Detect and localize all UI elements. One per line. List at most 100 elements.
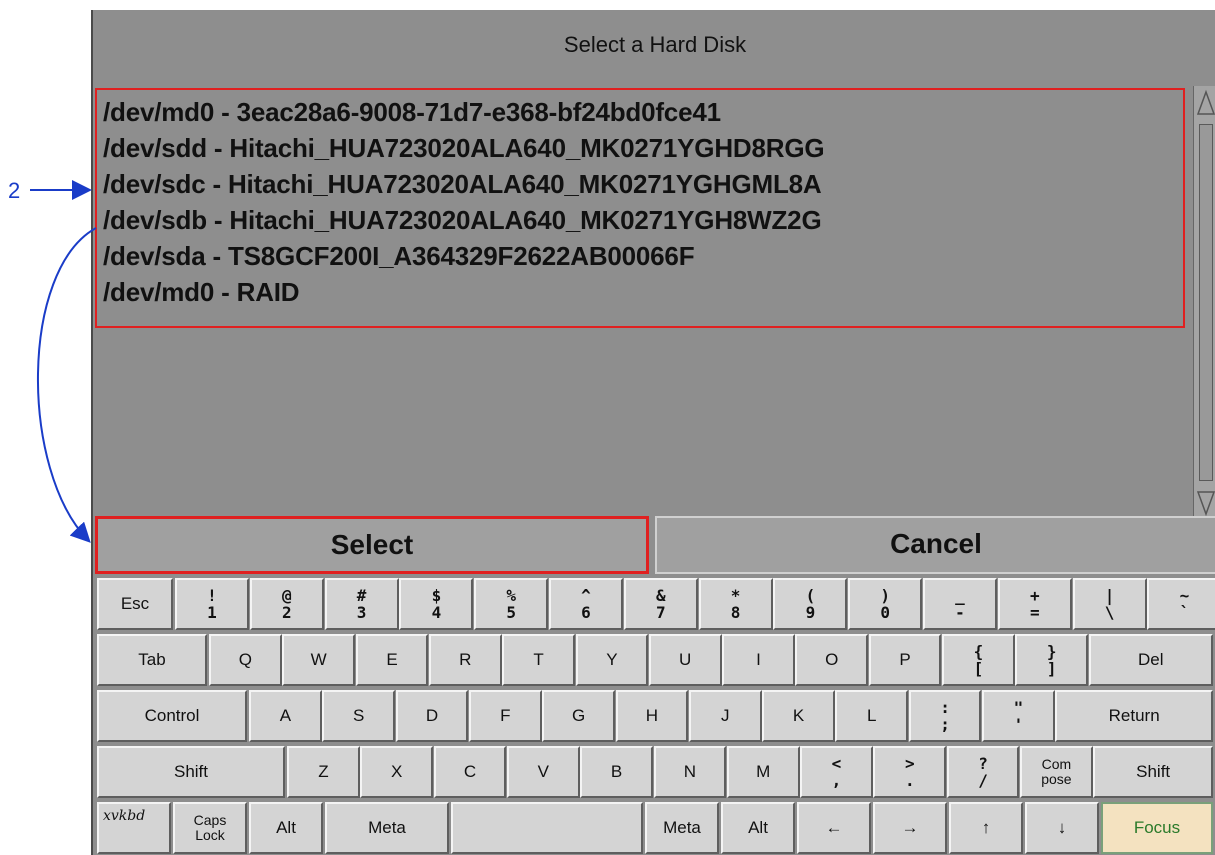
key-tab[interactable]: Tab [97, 634, 207, 686]
key-bottom-label: 3 [356, 603, 367, 622]
key-j[interactable]: J [688, 690, 762, 742]
key-bottom-label: = [1029, 603, 1040, 622]
key-s[interactable]: S [322, 690, 396, 742]
key-key[interactable]: ↓ [1025, 802, 1099, 854]
key-n[interactable]: N [653, 746, 727, 798]
key-3[interactable]: #3 [324, 578, 399, 630]
key-alt[interactable]: Alt [721, 802, 795, 854]
key-space[interactable] [451, 802, 643, 854]
key-focus[interactable]: Focus [1101, 802, 1213, 854]
key-key[interactable]: + = [997, 578, 1072, 630]
key-top-label: ! [207, 586, 217, 605]
key-top-label: # [356, 586, 367, 605]
key-pose[interactable]: Com pose [1020, 746, 1093, 798]
disk-list-item[interactable]: /dev/sda - TS8GCF200I_A364329F2622AB0006… [97, 238, 1183, 274]
key-shift[interactable]: Shift [1093, 746, 1213, 798]
key-8[interactable]: * 8 [698, 578, 773, 630]
key-bottom-label: . [904, 771, 915, 790]
key-bottom-label: 9 [805, 603, 816, 622]
key-f[interactable]: F [468, 690, 542, 742]
scroll-down-icon[interactable] [1194, 486, 1215, 520]
key-shift[interactable]: Shift [97, 746, 285, 798]
key-6[interactable]: ^ 6 [549, 578, 623, 630]
annotation-curve-arrow [37, 227, 97, 543]
key-key[interactable]: ↑ [949, 802, 1023, 854]
key-top-label: ^ [581, 586, 591, 605]
key-meta[interactable]: Meta [645, 802, 719, 854]
key-x[interactable]: X [360, 746, 434, 798]
key-7[interactable]: & 7 [623, 578, 698, 630]
key-d[interactable]: D [395, 690, 469, 742]
key-0[interactable]: ) 0 [848, 578, 923, 630]
key-esc[interactable]: Esc [97, 578, 173, 630]
key-o[interactable]: O [795, 634, 869, 686]
key-return[interactable]: Return [1055, 690, 1213, 742]
key-b[interactable]: B [580, 746, 653, 798]
key-key[interactable]: }] [1015, 634, 1089, 686]
key-top-label: & [655, 586, 666, 605]
disk-list-item[interactable]: /dev/md0 - 3eac28a6-9008-71d7-e368-bf24b… [97, 94, 1183, 130]
key-key[interactable]: → [873, 802, 947, 854]
key-i[interactable]: I [722, 634, 795, 686]
key-lock[interactable]: Caps Lock [173, 802, 247, 854]
key-g[interactable]: G [542, 690, 615, 742]
key-key[interactable]: {[ [942, 634, 1015, 686]
key-key[interactable]: >. [873, 746, 947, 798]
key-q[interactable]: Q [209, 634, 282, 686]
key-1[interactable]: ! 1 [175, 578, 249, 630]
key-9[interactable]: (9 [773, 578, 848, 630]
key-del[interactable]: Del [1088, 634, 1213, 686]
key-e[interactable]: E [355, 634, 429, 686]
key-c[interactable]: C [433, 746, 507, 798]
xvkbd-logo[interactable]: xvkbd [97, 802, 171, 854]
scroll-track[interactable] [1199, 124, 1213, 481]
key-key[interactable]: ~ ` [1147, 578, 1215, 630]
key-key[interactable]: _ - [923, 578, 997, 630]
disk-dialog: Select a Hard Disk /dev/md0 - 3eac28a6-9… [91, 10, 1215, 855]
key-bottom-label: 4 [431, 603, 442, 622]
key-control[interactable]: Control [97, 690, 247, 742]
key-top-label: @ [281, 586, 292, 605]
key-w[interactable]: W [282, 634, 356, 686]
key-5[interactable]: % 5 [474, 578, 549, 630]
key-top-label: Caps [193, 812, 227, 828]
disk-list[interactable]: /dev/md0 - 3eac28a6-9008-71d7-e368-bf24b… [95, 88, 1185, 328]
key-top-label: $ [431, 586, 442, 605]
key-key[interactable]: ? / [946, 746, 1020, 798]
key-top-label: : [940, 698, 950, 717]
key-h[interactable]: H [615, 690, 689, 742]
disk-list-item[interactable]: /dev/sdd - Hitachi_HUA723020ALA640_MK027… [97, 130, 1183, 166]
key-top-label: Com [1041, 756, 1072, 772]
key-top-label: | [1104, 586, 1115, 605]
key-2[interactable]: @2 [249, 578, 324, 630]
key-key[interactable]: ← [797, 802, 871, 854]
key-key[interactable]: <, [800, 746, 873, 798]
key-key[interactable]: " ' [982, 690, 1055, 742]
cancel-button[interactable]: Cancel [655, 516, 1215, 574]
key-bottom-label: 8 [730, 603, 741, 622]
disk-list-item[interactable]: /dev/md0 - RAID [97, 274, 1183, 310]
disk-list-item[interactable]: /dev/sdb - Hitachi_HUA723020ALA640_MK027… [97, 202, 1183, 238]
key-t[interactable]: T [502, 634, 575, 686]
key-r[interactable]: R [428, 634, 502, 686]
disk-list-item[interactable]: /dev/sdc - Hitachi_HUA723020ALA640_MK027… [97, 166, 1183, 202]
key-p[interactable]: P [868, 634, 942, 686]
key-4[interactable]: $4 [399, 578, 474, 630]
key-key[interactable]: | \ [1072, 578, 1147, 630]
key-bottom-label: 5 [506, 603, 516, 622]
key-v[interactable]: V [506, 746, 580, 798]
key-m[interactable]: M [726, 746, 800, 798]
key-z[interactable]: Z [287, 746, 360, 798]
key-u[interactable]: U [648, 634, 722, 686]
list-scrollbar[interactable] [1193, 86, 1215, 520]
key-meta[interactable]: Meta [325, 802, 449, 854]
scroll-up-icon[interactable] [1194, 86, 1215, 120]
key-key[interactable]: :; [908, 690, 982, 742]
select-button[interactable]: Select [95, 516, 649, 574]
key-alt[interactable]: Alt [249, 802, 323, 854]
dialog-title: Select a Hard Disk [563, 32, 747, 57]
key-l[interactable]: L [835, 690, 909, 742]
key-k[interactable]: K [762, 690, 835, 742]
key-y[interactable]: Y [575, 634, 649, 686]
key-a[interactable]: A [249, 690, 322, 742]
